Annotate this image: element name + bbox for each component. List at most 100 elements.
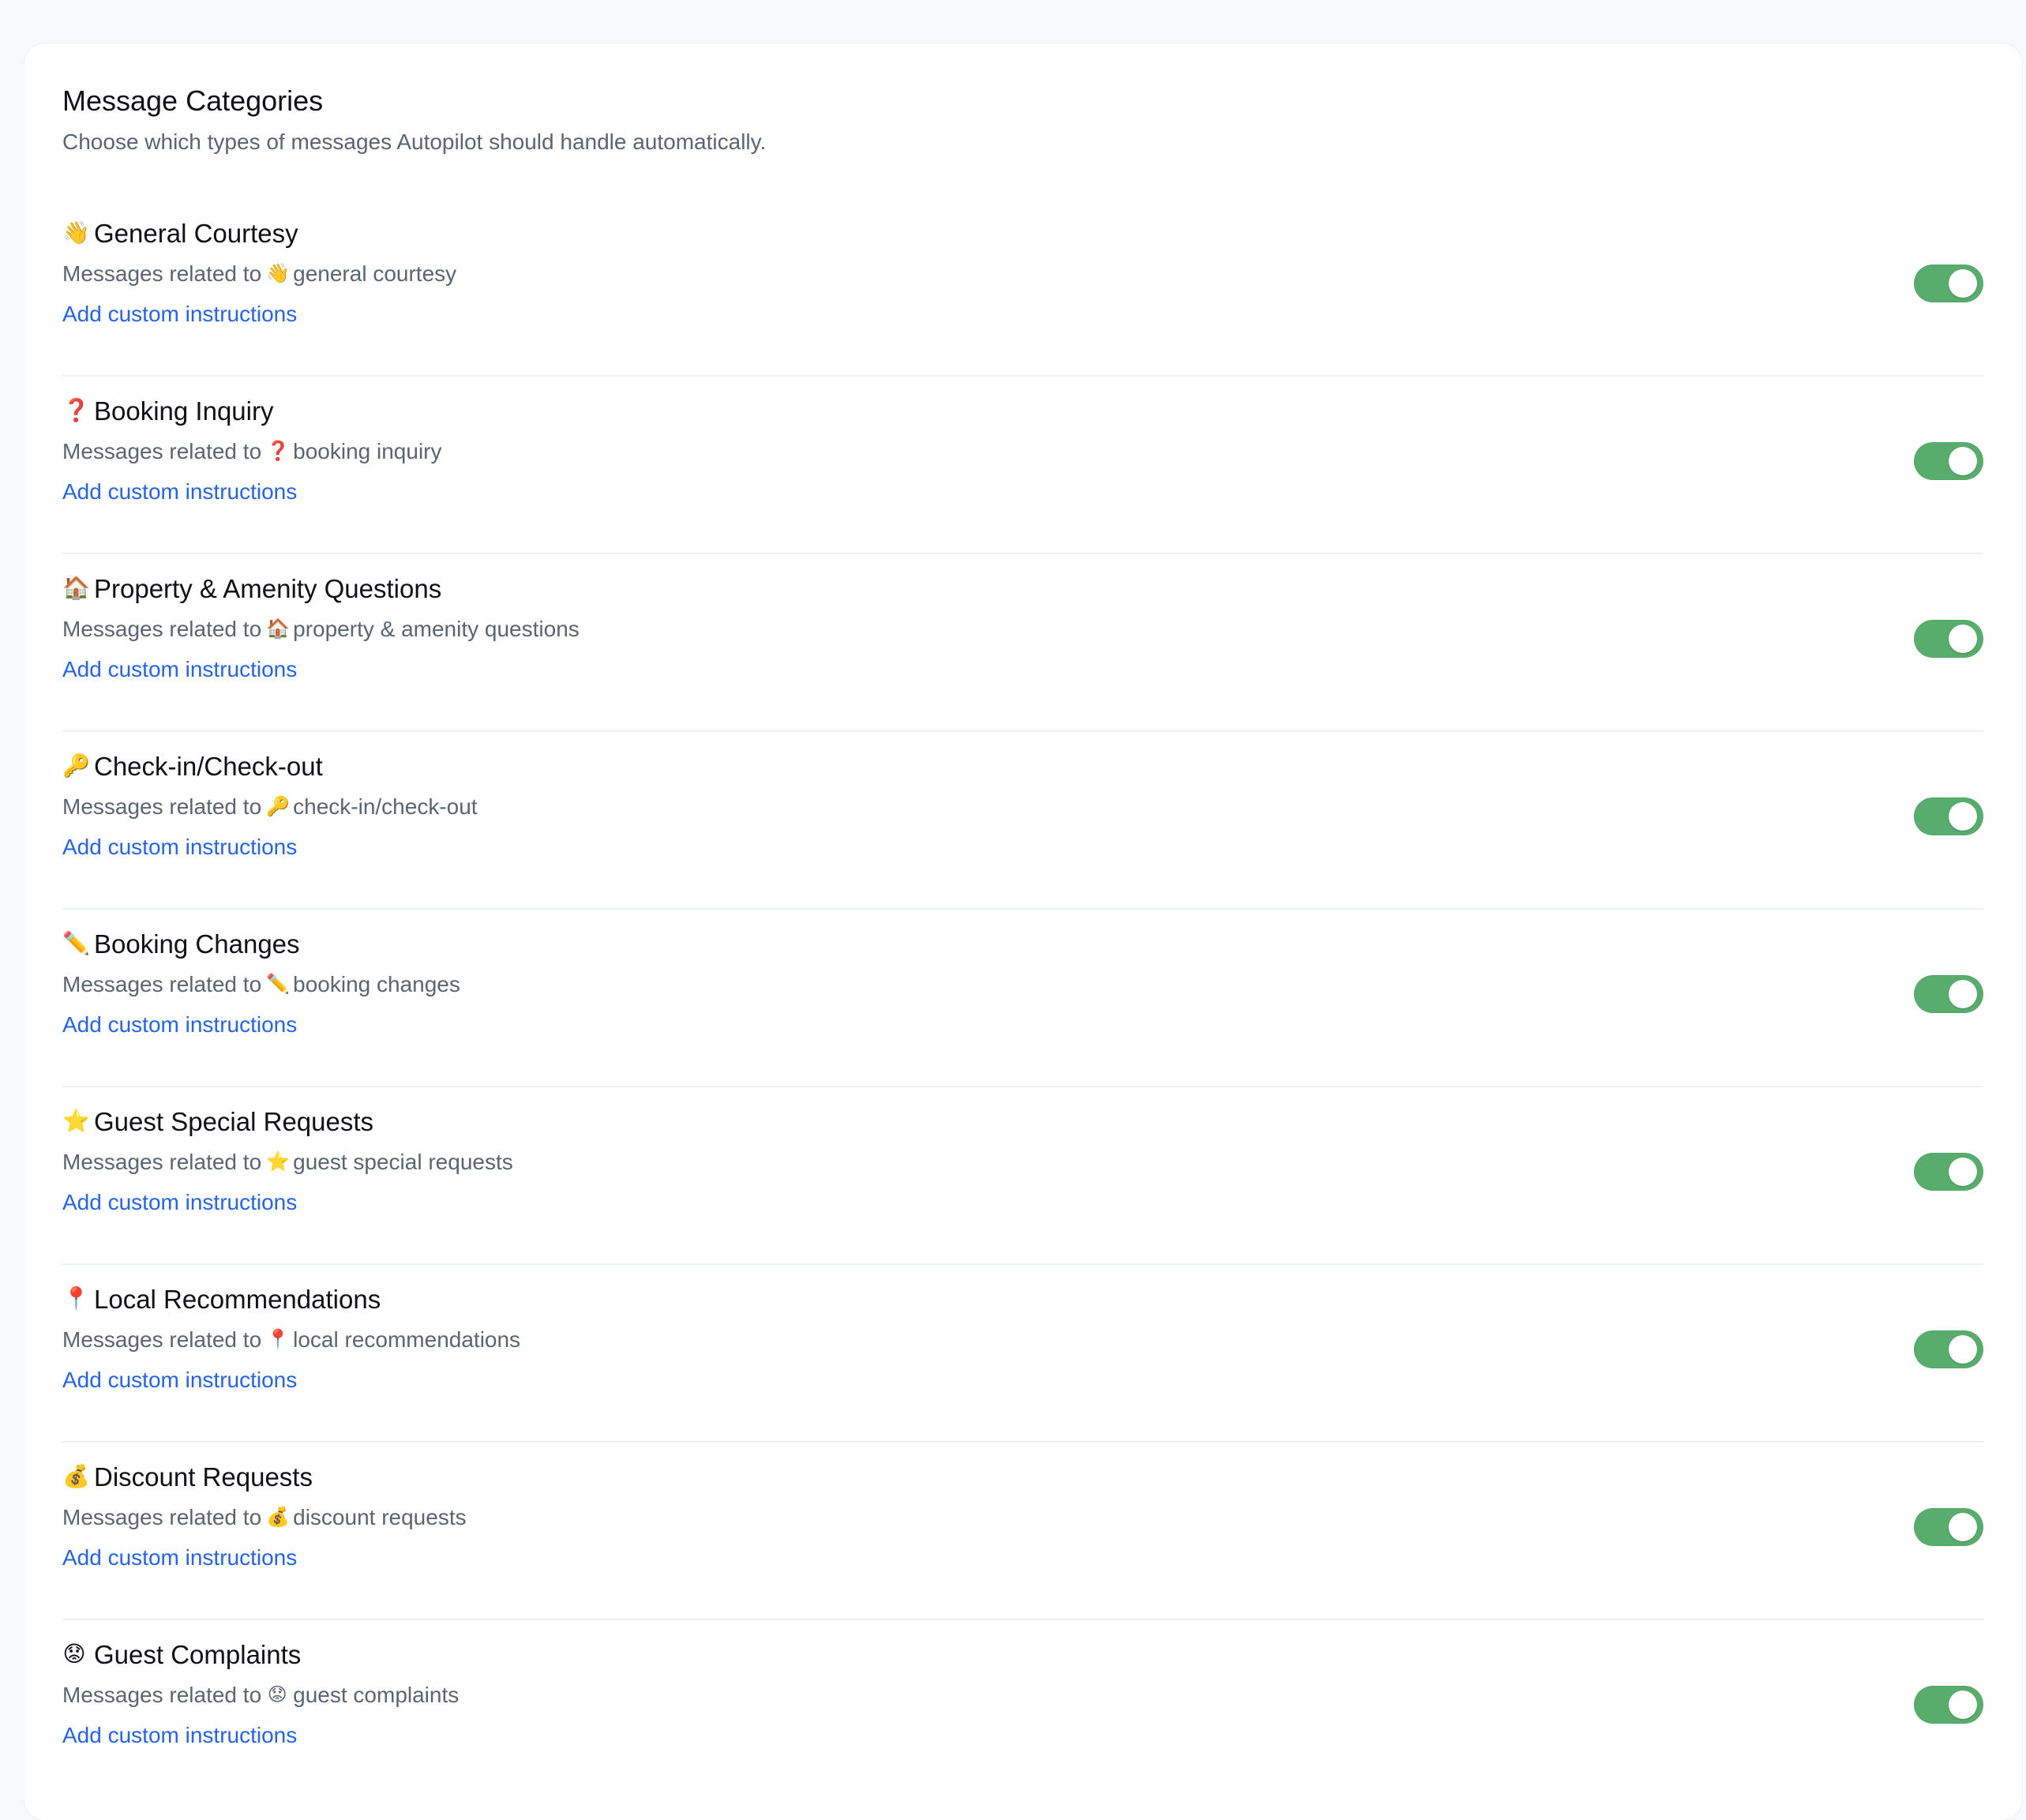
toggle-knob	[1949, 1512, 1977, 1541]
category-title-text: Booking Inquiry	[94, 396, 274, 426]
add-custom-instructions-link[interactable]: Add custom instructions	[62, 300, 297, 328]
category-title-text: Property & Amenity Questions	[94, 573, 442, 603]
description-text: check-in/check-out	[293, 794, 478, 820]
category-description: Messages related to ❓ booking inquiry	[62, 437, 1983, 467]
toggle-knob	[1949, 446, 1977, 475]
category-row-booking-changes: ✏️ Booking Changes Messages related to ✏…	[62, 910, 1983, 1087]
waving-hand-icon: 👋	[62, 220, 90, 246]
description-prefix: Messages related to	[62, 1683, 262, 1708]
description-prefix: Messages related to	[62, 794, 262, 820]
star-icon: ⭐	[62, 1109, 90, 1134]
category-title-text: Guest Complaints	[94, 1639, 302, 1669]
category-description: Messages related to ✏️ booking changes	[62, 970, 1983, 1000]
description-text: guest complaints	[293, 1683, 460, 1708]
add-custom-instructions-link[interactable]: Add custom instructions	[62, 833, 297, 861]
category-description: Messages related to 😟 guest complaints	[62, 1680, 1983, 1710]
add-custom-instructions-link[interactable]: Add custom instructions	[62, 1366, 297, 1394]
toggle-knob	[1949, 979, 1977, 1008]
category-toggle[interactable]	[1914, 974, 1983, 1013]
house-icon: 🏠	[266, 618, 291, 640]
description-prefix: Messages related to	[62, 1505, 262, 1530]
category-row-check-in-check-out: 🔑 Check-in/Check-out Messages related to…	[62, 732, 1983, 910]
category-title: 💰 Discount Requests	[62, 1462, 1983, 1493]
house-icon: 🏠	[62, 576, 90, 601]
toggle-knob	[1949, 1157, 1977, 1186]
toggle-knob	[1949, 268, 1977, 298]
category-row-discount-requests: 💰 Discount Requests Messages related to …	[62, 1443, 1983, 1620]
category-title: 👋 General Courtesy	[62, 218, 1983, 250]
category-description: Messages related to 📍 local recommendati…	[62, 1325, 1983, 1355]
category-title-text: Discount Requests	[94, 1462, 313, 1492]
worried-face-icon: 😟	[267, 1684, 287, 1706]
category-description: Messages related to ⭐ guest special requ…	[62, 1147, 1983, 1177]
category-toggle[interactable]	[1914, 1507, 1983, 1546]
add-custom-instructions-link[interactable]: Add custom instructions	[62, 1011, 297, 1039]
category-title-text: Local Recommendations	[94, 1284, 381, 1314]
toggle-knob	[1949, 624, 1977, 653]
category-title-text: Booking Changes	[94, 929, 300, 959]
category-title: ⭐ Guest Special Requests	[62, 1106, 1983, 1138]
panel-subtitle: Choose which types of messages Autopilot…	[62, 129, 767, 155]
category-description: Messages related to 🔑 check-in/check-out	[62, 792, 1983, 822]
location-pin-icon: 📍	[62, 1286, 90, 1312]
toggle-knob	[1949, 801, 1977, 831]
category-title: 🏠 Property & Amenity Questions	[62, 573, 1983, 605]
add-custom-instructions-link[interactable]: Add custom instructions	[62, 1544, 297, 1572]
money-bag-icon: 💰	[62, 1464, 90, 1489]
category-title: 📍 Local Recommendations	[62, 1284, 1983, 1315]
category-row-guest-complaints: 😟 Guest Complaints Messages related to 😟…	[62, 1620, 1983, 1798]
key-icon: 🔑	[266, 796, 291, 818]
pencil-icon: ✏️	[62, 931, 90, 956]
star-icon: ⭐	[266, 1151, 291, 1173]
category-row-property-amenity-questions: 🏠 Property & Amenity Questions Messages …	[62, 554, 1983, 732]
description-text: guest special requests	[293, 1150, 513, 1175]
category-title-text: Guest Special Requests	[94, 1106, 374, 1136]
location-pin-icon: 📍	[266, 1329, 291, 1351]
description-text: property & amenity questions	[293, 617, 580, 642]
toggle-knob	[1949, 1690, 1977, 1719]
category-title-text: General Courtesy	[94, 218, 298, 248]
description-text: booking changes	[293, 972, 460, 997]
category-row-guest-special-requests: ⭐ Guest Special Requests Messages relate…	[62, 1087, 1983, 1265]
description-prefix: Messages related to	[62, 439, 262, 464]
category-toggle[interactable]	[1914, 1330, 1983, 1368]
category-list: 👋 General Courtesy Messages related to 👋…	[62, 199, 1983, 1798]
toggle-knob	[1949, 1334, 1977, 1364]
category-description: Messages related to 🏠 property & amenity…	[62, 614, 1983, 644]
category-title: 😟 Guest Complaints	[62, 1639, 1983, 1671]
pencil-icon: ✏️	[266, 974, 291, 996]
category-title: ✏️ Booking Changes	[62, 929, 1983, 960]
description-prefix: Messages related to	[62, 261, 262, 287]
description-text: general courtesy	[293, 261, 457, 287]
category-row-booking-inquiry: ❓ Booking Inquiry Messages related to ❓ …	[62, 377, 1983, 554]
add-custom-instructions-link[interactable]: Add custom instructions	[62, 1721, 297, 1750]
description-text: booking inquiry	[293, 439, 442, 464]
question-mark-icon: ❓	[266, 441, 291, 463]
key-icon: 🔑	[62, 753, 90, 779]
worried-face-icon: 😟	[62, 1642, 86, 1667]
category-toggle[interactable]	[1914, 264, 1983, 302]
money-bag-icon: 💰	[266, 1507, 291, 1529]
description-prefix: Messages related to	[62, 1327, 262, 1353]
category-toggle[interactable]	[1914, 619, 1983, 658]
message-categories-card: Message Categories Choose which types of…	[24, 43, 2022, 1820]
category-title: 🔑 Check-in/Check-out	[62, 751, 1983, 782]
description-prefix: Messages related to	[62, 1150, 262, 1175]
question-mark-icon: ❓	[62, 398, 90, 423]
description-text: discount requests	[293, 1505, 467, 1530]
add-custom-instructions-link[interactable]: Add custom instructions	[62, 478, 297, 506]
panel-title: Message Categories	[62, 84, 324, 117]
category-toggle[interactable]	[1914, 441, 1983, 480]
add-custom-instructions-link[interactable]: Add custom instructions	[62, 1188, 297, 1217]
category-description: Messages related to 👋 general courtesy	[62, 259, 1983, 289]
category-title: ❓ Booking Inquiry	[62, 396, 1983, 427]
category-description: Messages related to 💰 discount requests	[62, 1503, 1983, 1533]
add-custom-instructions-link[interactable]: Add custom instructions	[62, 655, 297, 684]
category-toggle[interactable]	[1914, 1685, 1983, 1724]
description-prefix: Messages related to	[62, 972, 262, 997]
category-row-general-courtesy: 👋 General Courtesy Messages related to 👋…	[62, 199, 1983, 377]
category-toggle[interactable]	[1914, 797, 1983, 835]
category-toggle[interactable]	[1914, 1152, 1983, 1191]
category-title-text: Check-in/Check-out	[94, 751, 323, 781]
category-row-local-recommendations: 📍 Local Recommendations Messages related…	[62, 1265, 1983, 1443]
